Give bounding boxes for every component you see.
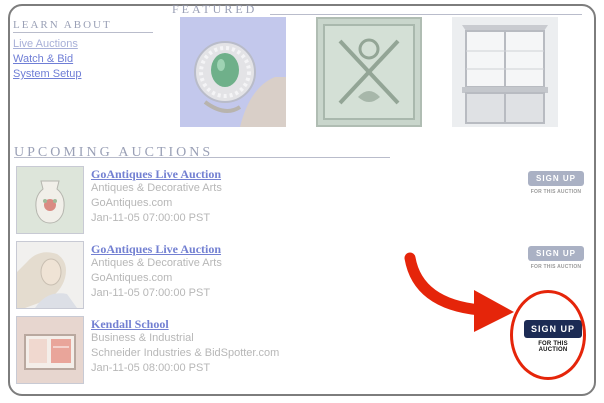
featured-plate-image[interactable] [316,17,422,127]
featured-rule [270,14,582,15]
sign-up-label: SIGN UP [528,246,584,261]
auction-date: Jan-11-05 08:00:00 PST [91,362,211,374]
auction-thumbnail-equipment[interactable] [16,316,84,384]
auction-seller: GoAntiques.com [91,272,173,284]
equipment-icon [17,317,83,383]
featured-heading: FEATURED [172,2,258,16]
portrait-icon [17,242,83,308]
link-live-auctions[interactable]: Live Auctions [13,38,78,50]
auction-seller: GoAntiques.com [91,197,173,209]
auction-category: Antiques & Decorative Arts [91,182,222,194]
upcoming-auctions-rule [14,157,390,158]
cabinet-icon [452,17,558,127]
sign-up-sublabel: FOR THIS AUCTION [530,189,582,195]
learn-about-rule [13,32,153,33]
sign-up-sublabel: FOR THIS AUCTION [530,264,582,270]
sign-up-button[interactable]: SIGN UP FOR THIS AUCTION [528,171,584,195]
upcoming-auctions-heading: UPCOMING AUCTIONS [14,145,214,160]
auction-seller: Schneider Industries & BidSpotter.com [91,347,280,359]
curved-arrow-icon [404,252,514,332]
auction-title-link[interactable]: Kendall School [91,317,169,332]
auction-category: Antiques & Decorative Arts [91,257,222,269]
auction-date: Jan-11-05 07:00:00 PST [91,287,211,299]
link-watch-bid[interactable]: Watch & Bid [13,53,73,65]
vase-icon [17,167,83,233]
sign-up-button[interactable]: SIGN UP FOR THIS AUCTION [528,246,584,270]
crossed-swords-icon [323,24,415,120]
featured-cabinet-image[interactable] [452,17,558,127]
ring-icon [180,17,286,127]
auction-thumbnail-portrait[interactable] [16,241,84,309]
auction-title-link[interactable]: GoAntiques Live Auction [91,167,221,182]
auction-date: Jan-11-05 07:00:00 PST [91,212,211,224]
sign-up-label: SIGN UP [528,171,584,186]
learn-about-heading: LEARN ABOUT [13,19,112,31]
auction-category: Business & Industrial [91,332,194,344]
link-system-setup[interactable]: System Setup [13,68,81,80]
featured-ring-image[interactable] [180,17,286,127]
auction-title-link[interactable]: GoAntiques Live Auction [91,242,221,257]
auction-thumbnail-vase[interactable] [16,166,84,234]
